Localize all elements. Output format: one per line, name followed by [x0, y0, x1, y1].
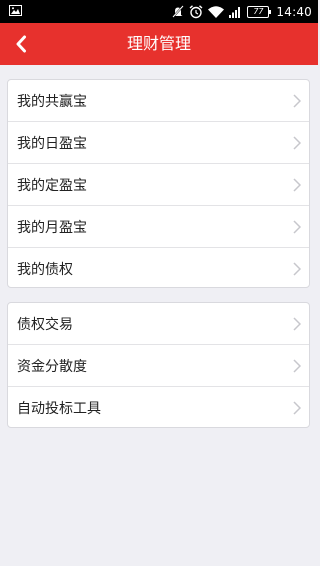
menu-item-creditor-trading[interactable]: 债权交易: [8, 303, 309, 345]
menu-item-label: 我的日盈宝: [17, 135, 87, 152]
menu-item-gongyingbao[interactable]: 我的共赢宝: [8, 80, 309, 122]
menu-item-yueyingbao[interactable]: 我的月盈宝: [8, 206, 309, 248]
notification-area: [9, 5, 22, 16]
menu-item-label: 自动投标工具: [17, 400, 101, 417]
battery-level: 77: [253, 6, 264, 16]
menu-item-fund-dispersion[interactable]: 资金分散度: [8, 345, 309, 387]
wifi-icon: [208, 5, 225, 18]
menu-item-label: 我的定盈宝: [17, 177, 87, 194]
menu-item-riyingbao[interactable]: 我的日盈宝: [8, 122, 309, 164]
chevron-right-icon: [293, 177, 301, 192]
menu-item-label: 我的共赢宝: [17, 93, 87, 110]
menu-item-dingyingbao[interactable]: 我的定盈宝: [8, 164, 309, 206]
chevron-right-icon: [293, 316, 301, 331]
chevron-right-icon: [293, 400, 301, 415]
menu-item-label: 我的债权: [17, 261, 73, 278]
menu-group-tools: 债权交易 资金分散度 自动投标工具: [7, 302, 310, 428]
status-bar: 77 14:40: [0, 0, 318, 23]
chevron-right-icon: [293, 261, 301, 276]
menu-item-auto-bid-tool[interactable]: 自动投标工具: [8, 387, 309, 427]
status-icons: 77 14:40: [172, 3, 312, 20]
nav-bar: 理财管理: [0, 23, 318, 65]
image-icon: [9, 5, 22, 16]
chevron-right-icon: [293, 358, 301, 373]
chevron-right-icon: [293, 93, 301, 108]
status-time: 14:40: [276, 4, 312, 19]
page-title: 理财管理: [126, 34, 191, 53]
menu-item-label: 我的月盈宝: [17, 219, 87, 236]
mute-icon: [172, 5, 185, 18]
chevron-right-icon: [293, 135, 301, 150]
back-button[interactable]: [4, 23, 38, 65]
menu-item-my-creditor-rights[interactable]: 我的债权: [8, 248, 309, 287]
alarm-icon: [189, 4, 203, 18]
chevron-right-icon: [293, 219, 301, 234]
menu-item-label: 债权交易: [17, 316, 73, 333]
menu-item-label: 资金分散度: [17, 358, 87, 375]
signal-icon: [229, 6, 241, 18]
battery-icon: 77: [247, 5, 272, 18]
menu-group-accounts: 我的共赢宝 我的日盈宝 我的定盈宝 我的月盈宝 我的债权: [7, 79, 310, 288]
back-chevron-icon: [16, 35, 26, 53]
